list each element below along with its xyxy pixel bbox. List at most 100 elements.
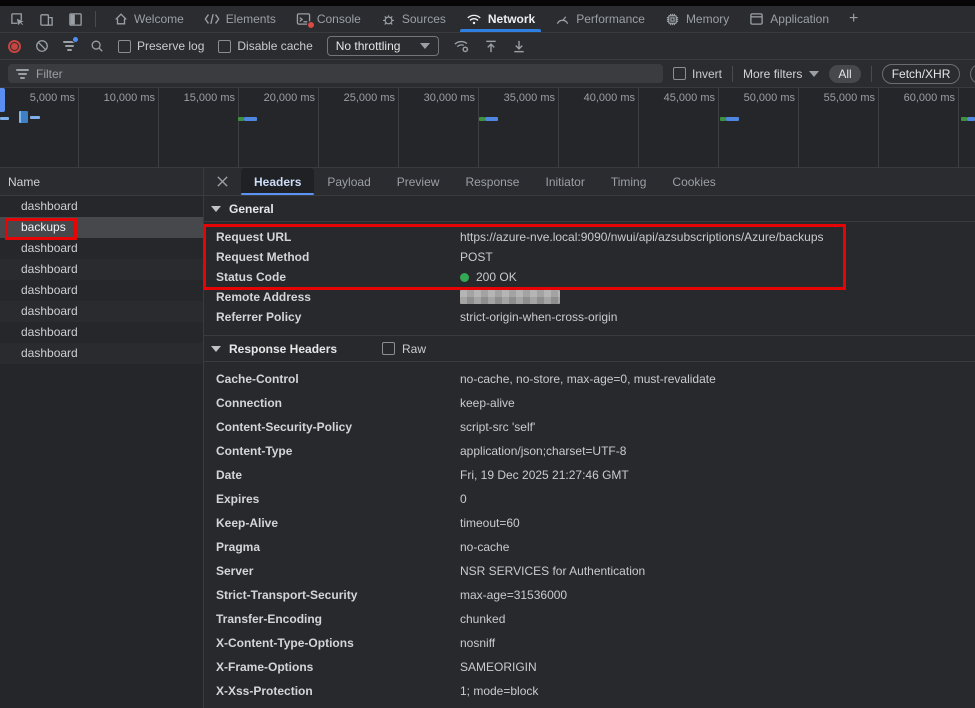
console-error-badge [307, 21, 315, 29]
request-row[interactable]: dashboard [0, 343, 203, 364]
checkbox-box [118, 40, 131, 53]
header-value: no-cache [460, 540, 509, 554]
detail-tab-headers[interactable]: Headers [241, 168, 314, 195]
filter-toggle-icon[interactable] [63, 39, 76, 53]
throttling-select[interactable]: No throttling [327, 36, 440, 56]
request-row[interactable]: dashboard [0, 196, 203, 217]
timeline-tick: 10,000 ms [81, 92, 155, 104]
request-row[interactable]: dashboard [0, 322, 203, 343]
filter-chip-all[interactable]: All [829, 65, 860, 83]
detail-tab-initiator[interactable]: Initiator [532, 168, 597, 195]
tab-label: Sources [402, 12, 446, 26]
console-icon [296, 12, 311, 26]
disclosure-triangle-icon [211, 346, 221, 352]
header-name: X-Content-Type-Options [216, 636, 460, 650]
header-name: Date [216, 468, 460, 482]
tab-network[interactable]: Network [456, 6, 545, 32]
detail-tab-response[interactable]: Response [452, 168, 532, 195]
header-value [460, 290, 560, 305]
status-ok-dot [460, 273, 469, 282]
raw-checkbox[interactable]: Raw [382, 342, 426, 356]
wifi-icon [466, 13, 482, 26]
more-tabs-button[interactable]: + [839, 6, 868, 32]
tab-application[interactable]: Application [739, 6, 839, 32]
filterbar-separator [871, 66, 872, 82]
header-value: nosniff [460, 636, 495, 650]
network-conditions-icon[interactable] [453, 39, 470, 54]
disable-cache-label: Disable cache [237, 39, 312, 53]
status-code-text: 200 OK [476, 270, 517, 284]
redacted-remote-address [460, 290, 560, 304]
throttling-value: No throttling [336, 39, 401, 53]
general-section-header[interactable]: General [204, 196, 975, 222]
detail-tab-timing[interactable]: Timing [598, 168, 660, 195]
device-toolbar-icon[interactable] [39, 12, 54, 27]
dock-side-icon[interactable] [68, 12, 83, 27]
header-name: Remote Address [216, 290, 460, 304]
inspect-element-icon[interactable] [10, 12, 25, 27]
response-headers-section-header[interactable]: Response Headers Raw [204, 336, 975, 362]
clear-icon[interactable] [35, 39, 49, 53]
preserve-log-checkbox[interactable]: Preserve log [118, 39, 204, 53]
filter-chip-fetch-xhr[interactable]: Fetch/XHR [882, 64, 961, 84]
detail-tab-payload[interactable]: Payload [314, 168, 383, 195]
tab-performance[interactable]: Performance [545, 6, 655, 32]
close-icon[interactable] [204, 168, 241, 195]
timeline-tick: 45,000 ms [641, 92, 715, 104]
checkbox-box [218, 40, 231, 53]
tab-welcome[interactable]: Welcome [104, 6, 194, 32]
request-row[interactable]: dashboard [0, 238, 203, 259]
invert-checkbox[interactable]: Invert [673, 67, 722, 81]
chevron-down-icon [809, 71, 819, 77]
response-header-row: Keep-Alive timeout=60 [204, 511, 975, 535]
waterfall-bar [30, 116, 40, 119]
filter-chip-doc[interactable]: Doc [970, 64, 975, 84]
timeline-tick: 5,000 ms [1, 92, 75, 104]
tabbar-separator [95, 11, 96, 27]
tab-label: Memory [686, 12, 729, 26]
timeline-overview[interactable]: 5,000 ms 10,000 ms 15,000 ms 20,000 ms 2… [0, 88, 975, 168]
more-filters-button[interactable]: More filters [743, 67, 819, 81]
export-har-icon[interactable] [512, 39, 526, 54]
record-button[interactable] [8, 40, 21, 53]
response-header-rows: Cache-Control no-cache, no-store, max-ag… [204, 362, 975, 703]
header-name: Connection [216, 396, 460, 410]
detail-tab-cookies[interactable]: Cookies [659, 168, 728, 195]
filter-input[interactable] [36, 67, 655, 81]
disable-cache-checkbox[interactable]: Disable cache [218, 39, 312, 53]
filter-input-box[interactable] [8, 64, 663, 83]
header-name: Strict-Transport-Security [216, 588, 460, 602]
tab-elements[interactable]: Elements [194, 6, 286, 32]
response-header-row: Content-Type application/json;charset=UT… [204, 439, 975, 463]
timeline-tick: 15,000 ms [161, 92, 235, 104]
response-header-row: X-Xss-Protection 1; mode=block [204, 679, 975, 703]
bug-icon [381, 12, 396, 27]
import-har-icon[interactable] [484, 39, 498, 54]
waterfall-bar [967, 117, 975, 121]
application-icon [749, 12, 764, 26]
header-value: chunked [460, 612, 505, 626]
header-name: Request Method [216, 250, 460, 264]
filterbar-separator [732, 66, 733, 82]
header-name: Keep-Alive [216, 516, 460, 530]
tab-sources[interactable]: Sources [371, 6, 456, 32]
response-header-row: Content-Security-Policy script-src 'self… [204, 415, 975, 439]
detail-tab-preview[interactable]: Preview [384, 168, 453, 195]
request-row[interactable]: dashboard [0, 301, 203, 322]
timeline-tick: 20,000 ms [241, 92, 315, 104]
tab-memory[interactable]: Memory [655, 6, 739, 32]
search-icon[interactable] [90, 39, 104, 53]
header-name: Transfer-Encoding [216, 612, 460, 626]
request-row-selected[interactable]: backups [0, 217, 203, 238]
devtools-tabbar: Welcome Elements Console [0, 6, 975, 33]
disclosure-triangle-icon [211, 206, 221, 212]
tab-console[interactable]: Console [286, 6, 371, 32]
name-column-header[interactable]: Name [0, 168, 203, 196]
request-row[interactable]: dashboard [0, 280, 203, 301]
network-toolbar: Preserve log Disable cache No throttling [0, 33, 975, 60]
timeline-tick: 40,000 ms [561, 92, 635, 104]
request-row[interactable]: dashboard [0, 259, 203, 280]
header-value: strict-origin-when-cross-origin [460, 310, 617, 324]
invert-label: Invert [692, 67, 722, 81]
general-row-status-code: Status Code 200 OK [204, 267, 975, 287]
